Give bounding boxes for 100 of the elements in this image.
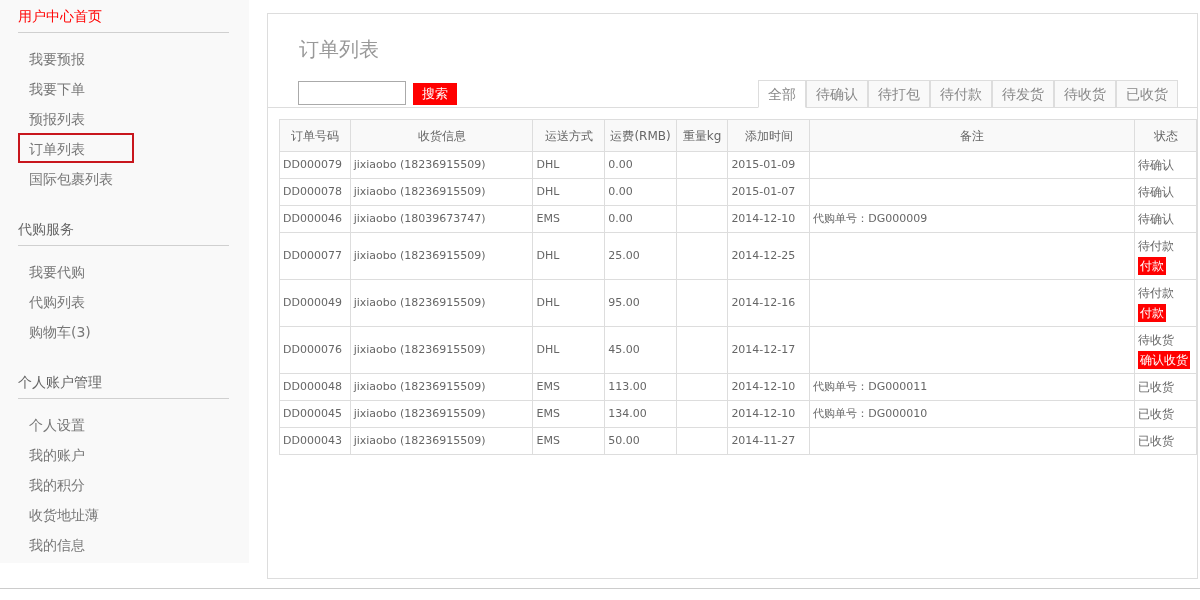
table-cell: jixiaobo (18236915509) <box>350 400 533 428</box>
sidebar-link[interactable]: 我的信息 <box>18 529 134 559</box>
table-cell <box>676 151 728 179</box>
column-header: 收货信息 <box>350 119 533 152</box>
table-cell: jixiaobo (18236915509) <box>350 178 533 206</box>
sidebar-link[interactable]: 个人设置 <box>18 409 134 439</box>
sidebar-link[interactable]: 购物车(3) <box>18 316 134 346</box>
sidebar-link[interactable]: 我要代购 <box>18 256 134 286</box>
page-title: 订单列表 <box>299 36 379 63</box>
sidebar-link[interactable]: 我的积分 <box>18 469 134 499</box>
search-button[interactable]: 搜索 <box>413 83 457 105</box>
table-cell: 2014-12-10 <box>727 373 810 401</box>
tab[interactable]: 待发货 <box>992 80 1054 108</box>
table-cell: 代购单号：DG000009 <box>809 205 1135 233</box>
table-cell: jixiaobo (18236915509) <box>350 151 533 179</box>
table-cell: EMS <box>532 400 605 428</box>
table-cell: DD000046 <box>279 205 351 233</box>
column-header: 重量kg <box>676 119 728 152</box>
status-text: 已收货 <box>1138 379 1175 396</box>
table-cell: 0.00 <box>604 205 677 233</box>
table-cell: DD000078 <box>279 178 351 206</box>
table-cell: DD000045 <box>279 400 351 428</box>
table-cell <box>676 427 728 455</box>
table-cell: DD000076 <box>279 326 351 374</box>
table-cell: EMS <box>532 373 605 401</box>
table-cell: EMS <box>532 427 605 455</box>
tab[interactable]: 已收货 <box>1116 80 1178 108</box>
search-field[interactable] <box>298 81 406 105</box>
sidebar-link[interactable]: 预报列表 <box>18 103 134 133</box>
table-cell: DD000049 <box>279 279 351 327</box>
table-cell: EMS <box>532 205 605 233</box>
table-cell: 2014-12-25 <box>727 232 810 280</box>
tab[interactable]: 全部 <box>758 80 806 108</box>
tab[interactable]: 待确认 <box>806 80 868 108</box>
action-button[interactable]: 付款 <box>1138 257 1167 275</box>
status-text: 待付款 <box>1138 238 1175 255</box>
section-heading[interactable]: 用户中心首页 <box>18 8 102 24</box>
action-button[interactable]: 确认收货 <box>1138 351 1191 369</box>
tab[interactable]: 待收货 <box>1054 80 1116 108</box>
table-cell: DD000079 <box>279 151 351 179</box>
table-cell: DD000048 <box>279 373 351 401</box>
table-cell: DHL <box>532 279 605 327</box>
status-text: 待收货 <box>1138 332 1175 349</box>
table-cell: jixiaobo (18039673747) <box>350 205 533 233</box>
table-cell <box>676 400 728 428</box>
tab[interactable]: 待打包 <box>868 80 930 108</box>
sidebar-link[interactable]: 我的账户 <box>18 439 134 469</box>
sidebar-link[interactable]: 收货地址薄 <box>18 499 134 529</box>
table-cell: DHL <box>532 151 605 179</box>
status-text: 待确认 <box>1138 211 1175 228</box>
table-cell: 2014-12-17 <box>727 326 810 374</box>
column-header: 状态 <box>1134 119 1197 152</box>
table-cell: jixiaobo (18236915509) <box>350 427 533 455</box>
table-cell <box>676 279 728 327</box>
sidebar-link[interactable]: 我要下单 <box>18 73 134 103</box>
table-cell: DHL <box>532 326 605 374</box>
table-cell: 2014-12-16 <box>727 279 810 327</box>
table-cell: DHL <box>532 232 605 280</box>
tab[interactable]: 待付款 <box>930 80 992 108</box>
sidebar-link[interactable]: 国际包裹列表 <box>18 163 134 193</box>
table-cell <box>676 326 728 374</box>
table-cell: 45.00 <box>604 326 677 374</box>
status-text: 待确认 <box>1138 157 1175 174</box>
sidebar-link[interactable]: 订单列表 <box>18 133 134 163</box>
section-heading: 个人账户管理 <box>18 374 102 390</box>
table-cell <box>676 232 728 280</box>
column-header: 订单号码 <box>279 119 351 152</box>
table-cell: 0.00 <box>604 178 677 206</box>
table-cell: 2014-11-27 <box>727 427 810 455</box>
table-cell: 95.00 <box>604 279 677 327</box>
column-header: 运费(RMB) <box>604 119 677 152</box>
table-cell: 25.00 <box>604 232 677 280</box>
table-cell <box>676 373 728 401</box>
table-cell: DHL <box>532 178 605 206</box>
action-button[interactable]: 付款 <box>1138 304 1167 322</box>
status-text: 已收货 <box>1138 433 1175 450</box>
sidebar-link[interactable]: 代购列表 <box>18 286 134 316</box>
table-cell <box>676 178 728 206</box>
column-header: 备注 <box>809 119 1135 152</box>
table-cell: 50.00 <box>604 427 677 455</box>
table-cell: 2014-12-10 <box>727 205 810 233</box>
table-cell: jixiaobo (18236915509) <box>350 373 533 401</box>
column-header: 添加时间 <box>727 119 810 152</box>
table-cell: 2015-01-07 <box>727 178 810 206</box>
table-cell: 113.00 <box>604 373 677 401</box>
table-cell: 0.00 <box>604 151 677 179</box>
table-cell: jixiaobo (18236915509) <box>350 232 533 280</box>
column-header: 运送方式 <box>532 119 605 152</box>
sidebar-link[interactable]: 我要预报 <box>18 43 134 73</box>
status-text: 已收货 <box>1138 406 1175 423</box>
table-cell: 2015-01-09 <box>727 151 810 179</box>
table-cell: 134.00 <box>604 400 677 428</box>
table-cell: 代购单号：DG000010 <box>809 400 1135 428</box>
table-cell: jixiaobo (18236915509) <box>350 279 533 327</box>
table-cell <box>676 205 728 233</box>
table-cell: 代购单号：DG000011 <box>809 373 1135 401</box>
table-cell: 2014-12-10 <box>727 400 810 428</box>
section-heading: 代购服务 <box>18 221 74 237</box>
table-cell: DD000077 <box>279 232 351 280</box>
table-cell: DD000043 <box>279 427 351 455</box>
